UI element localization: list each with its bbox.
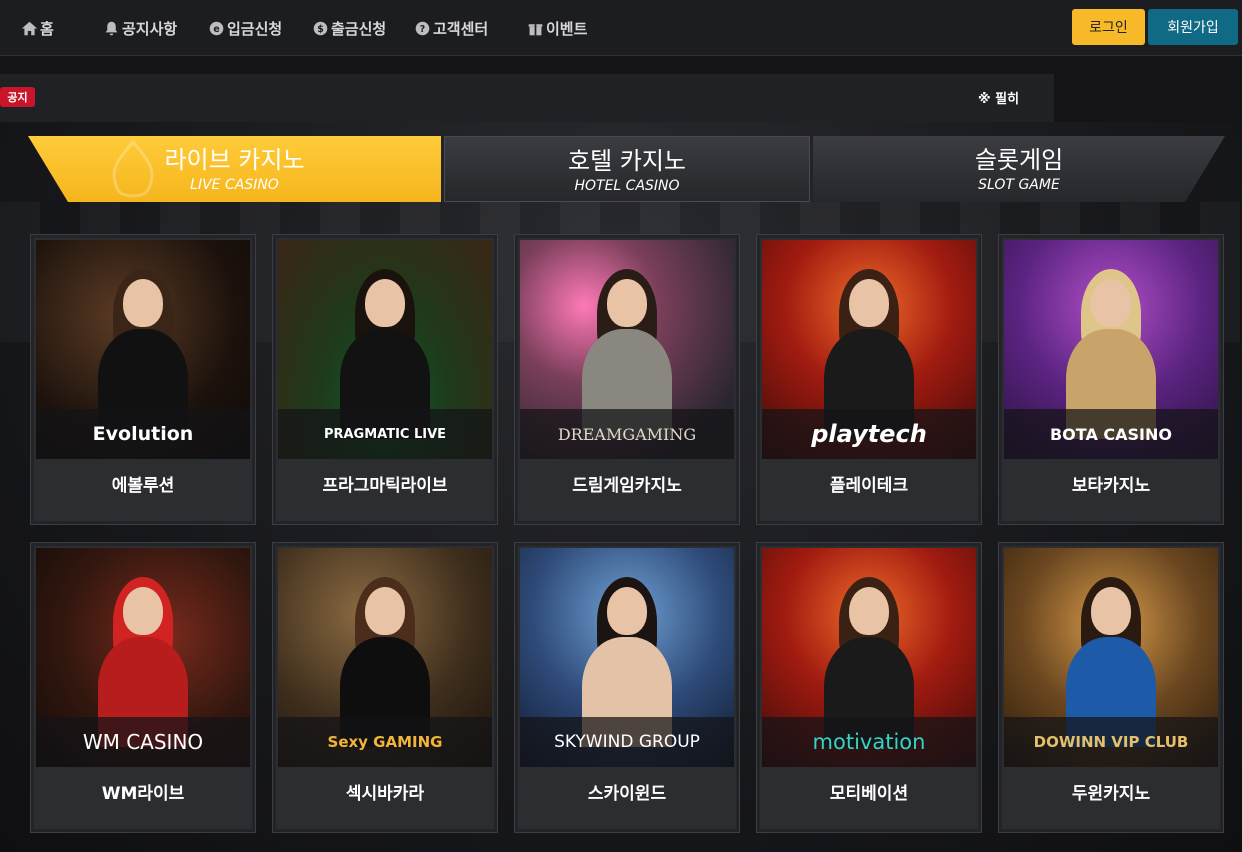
dealer-image — [1056, 259, 1166, 439]
game-card-bota[interactable]: BOTA CASINO 보타카지노 — [998, 234, 1224, 525]
nav-withdraw[interactable]: $ 출금신청 — [311, 0, 413, 56]
nav-notice-label: 공지사항 — [122, 19, 178, 38]
dealer-image — [330, 259, 440, 439]
tab-live-casino[interactable]: 라이브 카지노 LIVE CASINO — [28, 136, 441, 202]
game-thumbnail: motivation — [762, 548, 976, 767]
provider-logo: SKYWIND GROUP — [554, 732, 700, 752]
provider-logo: Evolution — [92, 423, 194, 445]
game-card-playtech[interactable]: playtech 플레이테크 — [756, 234, 982, 525]
game-thumbnail: DREAMGAMING — [520, 240, 734, 459]
provider-logo-band: Sexy GAMING — [278, 717, 492, 767]
provider-logo: DOWINN VIP CLUB — [1033, 733, 1189, 751]
dealer-image — [814, 567, 924, 747]
bell-icon — [102, 19, 120, 37]
coin-deposit-icon: e — [207, 19, 225, 37]
notice-badge: 공지 — [0, 87, 35, 107]
game-name: 섹시바카라 — [345, 784, 425, 804]
game-name: 에볼루션 — [111, 476, 175, 496]
provider-logo-band: playtech — [762, 409, 976, 459]
coin-withdraw-icon: $ — [311, 19, 329, 37]
category-tabs: 라이브 카지노 LIVE CASINO 호텔 카지노 HOTEL CASINO … — [0, 136, 1242, 202]
nav-home-label: 홈 — [40, 19, 54, 38]
nav-event-label: 이벤트 — [546, 19, 588, 38]
notice-marquee-text: ※ 필히 — [978, 92, 1020, 107]
provider-logo: Sexy GAMING — [327, 733, 443, 751]
tab-hotel-casino-title: 호텔 카지노 — [567, 147, 687, 175]
main-nav: 홈 공지사항 e 입금신청 $ 출금신청 ? 고객센터 이벤트 — [20, 0, 606, 56]
game-thumbnail: BOTA CASINO — [1004, 240, 1218, 459]
flame-decoration-icon — [112, 140, 154, 198]
tab-slot-game-subtitle: SLOT GAME — [978, 177, 1060, 193]
game-thumbnail: WM CASINO — [36, 548, 250, 767]
game-card-evolution[interactable]: Evolution 에볼루션 — [30, 234, 256, 525]
game-name: WM라이브 — [101, 784, 185, 804]
provider-logo: PRAGMATIC LIVE — [323, 426, 447, 442]
game-thumbnail: playtech — [762, 240, 976, 459]
dealer-image — [88, 567, 198, 747]
tab-slot-game[interactable]: 슬롯게임 SLOT GAME — [813, 136, 1225, 202]
game-card-skywind[interactable]: SKYWIND GROUP 스카이윈드 — [514, 542, 740, 833]
provider-logo-band: BOTA CASINO — [1004, 409, 1218, 459]
game-name: 두윈카지노 — [1071, 784, 1151, 804]
provider-logo-band: DREAMGAMING — [520, 409, 734, 459]
nav-home[interactable]: 홈 — [20, 0, 102, 56]
gift-icon — [526, 19, 544, 37]
help-icon: ? — [413, 19, 431, 37]
nav-withdraw-label: 출금신청 — [331, 19, 387, 38]
login-button[interactable]: 로그인 — [1072, 9, 1145, 45]
nav-deposit[interactable]: e 입금신청 — [207, 0, 311, 56]
game-card-dreamgaming[interactable]: DREAMGAMING 드림게임카지노 — [514, 234, 740, 525]
game-name: 스카이윈드 — [587, 784, 667, 804]
top-navigation-bar: 홈 공지사항 e 입금신청 $ 출금신청 ? 고객센터 이벤트 로그인 회원가입 — [0, 0, 1242, 56]
tab-slot-game-title: 슬롯게임 — [974, 146, 1064, 174]
game-name: 드림게임카지노 — [572, 476, 682, 496]
provider-logo-band: Evolution — [36, 409, 250, 459]
nav-event[interactable]: 이벤트 — [526, 0, 606, 56]
provider-logo-band: DOWINN VIP CLUB — [1004, 717, 1218, 767]
game-name: 프라그마틱라이브 — [322, 476, 448, 496]
dealer-image — [88, 259, 198, 439]
provider-logo-band: WM CASINO — [36, 717, 250, 767]
tab-hotel-casino-subtitle: HOTEL CASINO — [574, 178, 680, 194]
provider-logo: playtech — [811, 420, 927, 448]
svg-text:?: ? — [419, 23, 424, 34]
nav-deposit-label: 입금신청 — [227, 19, 283, 38]
game-card-wm-live[interactable]: WM CASINO WM라이브 — [30, 542, 256, 833]
game-name: 보타카지노 — [1071, 476, 1151, 496]
provider-logo-band: motivation — [762, 717, 976, 767]
nav-support[interactable]: ? 고객센터 — [413, 0, 526, 56]
provider-logo-band: SKYWIND GROUP — [520, 717, 734, 767]
home-icon — [20, 19, 38, 37]
provider-logo-band: PRAGMATIC LIVE — [278, 409, 492, 459]
provider-logo: motivation — [812, 730, 926, 754]
game-thumbnail: DOWINN VIP CLUB — [1004, 548, 1218, 767]
game-thumbnail: SKYWIND GROUP — [520, 548, 734, 767]
game-card-sexy-baccarat[interactable]: Sexy GAMING 섹시바카라 — [272, 542, 498, 833]
dealer-image — [330, 567, 440, 747]
provider-logo: DREAMGAMING — [557, 424, 697, 444]
provider-logo: WM CASINO — [82, 730, 204, 754]
game-thumbnail: Evolution — [36, 240, 250, 459]
dealer-image — [1056, 567, 1166, 747]
game-thumbnail: PRAGMATIC LIVE — [278, 240, 492, 459]
notice-bar: 공지 ※ 필히 — [0, 74, 1054, 122]
tab-hotel-casino[interactable]: 호텔 카지노 HOTEL CASINO — [444, 136, 810, 202]
svg-text:e: e — [213, 23, 219, 34]
dealer-image — [572, 567, 682, 747]
game-thumbnail: Sexy GAMING — [278, 548, 492, 767]
game-card-pragmatic-live[interactable]: PRAGMATIC LIVE 프라그마틱라이브 — [272, 234, 498, 525]
game-card-motivation[interactable]: motivation 모티베이션 — [756, 542, 982, 833]
provider-logo: BOTA CASINO — [1049, 424, 1172, 444]
game-card-dowinn[interactable]: DOWINN VIP CLUB 두윈카지노 — [998, 542, 1224, 833]
svg-text:$: $ — [317, 23, 324, 34]
signup-button[interactable]: 회원가입 — [1148, 9, 1238, 45]
game-name: 모티베이션 — [829, 784, 909, 804]
nav-support-label: 고객센터 — [433, 19, 489, 38]
dealer-image — [572, 259, 682, 439]
game-name: 플레이테크 — [829, 476, 909, 496]
nav-notice[interactable]: 공지사항 — [102, 0, 207, 56]
dealer-image — [814, 259, 924, 439]
